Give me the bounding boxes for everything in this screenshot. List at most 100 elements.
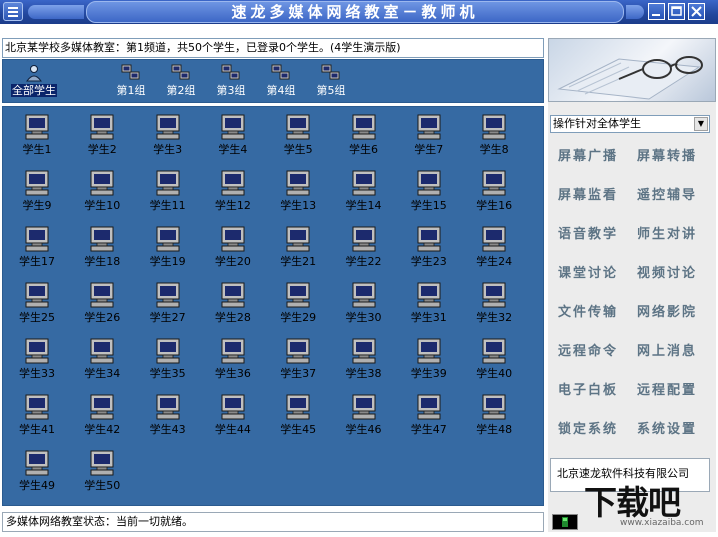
function-button[interactable]: 电子白板 [551, 380, 625, 402]
student-computer[interactable]: 学生39 [399, 337, 459, 381]
function-button[interactable]: 师生对讲 [630, 224, 704, 246]
student-computer[interactable]: 学生29 [268, 281, 328, 325]
student-computer[interactable]: 学生18 [72, 225, 132, 269]
student-computer[interactable]: 学生5 [268, 113, 328, 157]
group-1[interactable]: 第1组 [103, 64, 159, 98]
group-5[interactable]: 第5组 [303, 64, 359, 98]
student-computer[interactable]: 学生24 [464, 225, 524, 269]
student-computer[interactable]: 学生16 [464, 169, 524, 213]
operation-target-select[interactable]: 操作针对全体学生 ▼ [550, 115, 710, 133]
student-label: 学生48 [476, 423, 513, 436]
chevron-down-icon[interactable]: ▼ [694, 117, 708, 131]
student-computer[interactable]: 学生11 [138, 169, 198, 213]
function-button[interactable]: 遥控辅导 [630, 185, 704, 207]
student-label: 学生3 [153, 143, 183, 156]
student-computer[interactable]: 学生1 [7, 113, 67, 157]
function-button[interactable]: 视频讨论 [630, 263, 704, 285]
computer-icon [352, 226, 375, 252]
student-computer[interactable]: 学生43 [138, 393, 198, 437]
student-computer[interactable]: 学生40 [464, 337, 524, 381]
group-all-students[interactable]: 全部学生 [4, 64, 64, 98]
computer-icon [25, 450, 49, 476]
student-computer[interactable]: 学生49 [7, 449, 67, 493]
computer-icon [417, 282, 441, 308]
student-computer[interactable]: 学生4 [203, 113, 263, 157]
student-computer[interactable]: 学生15 [399, 169, 459, 213]
student-computer[interactable]: 学生14 [334, 169, 394, 213]
group-2[interactable]: 第2组 [153, 64, 209, 98]
student-computer[interactable]: 学生3 [138, 113, 198, 157]
student-computer[interactable]: 学生35 [138, 337, 198, 381]
function-button[interactable]: 锁定系统 [551, 419, 625, 441]
function-button[interactable]: 网络影院 [630, 302, 704, 324]
student-label: 学生31 [410, 311, 447, 324]
group-label: 第5组 [316, 84, 346, 97]
student-computer[interactable]: 学生8 [464, 113, 524, 157]
student-computer[interactable]: 学生50 [72, 449, 132, 493]
group-4[interactable]: 第4组 [253, 64, 309, 98]
student-computer[interactable]: 学生26 [72, 281, 132, 325]
student-computer[interactable]: 学生44 [203, 393, 263, 437]
computer-icon [156, 114, 180, 140]
function-button[interactable]: 系统设置 [630, 419, 704, 441]
student-computer[interactable]: 学生30 [334, 281, 394, 325]
student-computer[interactable]: 学生23 [399, 225, 459, 269]
computer-icon [90, 394, 114, 420]
student-computer[interactable]: 学生45 [268, 393, 328, 437]
student-computer[interactable]: 学生21 [268, 225, 328, 269]
computer-icon [286, 394, 310, 420]
function-button[interactable]: 远程配置 [630, 380, 704, 402]
student-computer[interactable]: 学生48 [464, 393, 524, 437]
function-button[interactable]: 远程命令 [551, 341, 625, 363]
student-computer[interactable]: 学生13 [268, 169, 328, 213]
student-computer[interactable]: 学生10 [72, 169, 132, 213]
maximize-button[interactable] [668, 3, 685, 20]
system-menu-button[interactable] [3, 2, 23, 21]
student-label: 学生24 [476, 255, 513, 268]
student-computer[interactable]: 学生25 [7, 281, 67, 325]
group-computer-icon [271, 64, 290, 80]
student-computer[interactable]: 学生20 [203, 225, 263, 269]
student-computer[interactable]: 学生19 [138, 225, 198, 269]
computer-icon [417, 226, 441, 252]
student-computer[interactable]: 学生32 [464, 281, 524, 325]
student-computer[interactable]: 学生27 [138, 281, 198, 325]
student-label: 学生16 [476, 199, 513, 212]
student-computer[interactable]: 学生42 [72, 393, 132, 437]
function-button[interactable]: 屏幕转播 [630, 146, 704, 168]
function-button[interactable]: 语音教学 [551, 224, 625, 246]
student-computer[interactable]: 学生36 [203, 337, 263, 381]
function-button[interactable]: 网上消息 [630, 341, 704, 363]
student-computer[interactable]: 学生7 [399, 113, 459, 157]
student-computer[interactable]: 学生46 [334, 393, 394, 437]
student-computer[interactable]: 学生38 [334, 337, 394, 381]
student-computer[interactable]: 学生34 [72, 337, 132, 381]
computer-icon [352, 282, 375, 308]
student-computer[interactable]: 学生12 [203, 169, 263, 213]
student-computer[interactable]: 学生17 [7, 225, 67, 269]
computer-icon [25, 114, 49, 140]
student-label: 学生45 [280, 423, 317, 436]
function-button[interactable]: 课堂讨论 [551, 263, 625, 285]
student-computer[interactable]: 学生9 [7, 169, 67, 213]
group-3[interactable]: 第3组 [203, 64, 259, 98]
student-computer[interactable]: 学生33 [7, 337, 67, 381]
function-button[interactable]: 屏幕广播 [551, 146, 625, 168]
computer-icon [286, 170, 310, 196]
function-button[interactable]: 文件传输 [551, 302, 625, 324]
computer-icon [221, 282, 245, 308]
minimize-button[interactable] [648, 3, 665, 20]
student-computer[interactable]: 学生2 [72, 113, 132, 157]
student-computer[interactable]: 学生41 [7, 393, 67, 437]
close-button[interactable] [688, 3, 705, 20]
group-label: 全部学生 [11, 84, 57, 97]
student-label: 学生21 [280, 255, 317, 268]
glasses-icon [557, 56, 703, 100]
student-computer[interactable]: 学生37 [268, 337, 328, 381]
student-computer[interactable]: 学生31 [399, 281, 459, 325]
student-computer[interactable]: 学生47 [399, 393, 459, 437]
student-computer[interactable]: 学生22 [334, 225, 394, 269]
function-button[interactable]: 屏幕监看 [551, 185, 625, 207]
student-computer[interactable]: 学生28 [203, 281, 263, 325]
student-computer[interactable]: 学生6 [334, 113, 394, 157]
